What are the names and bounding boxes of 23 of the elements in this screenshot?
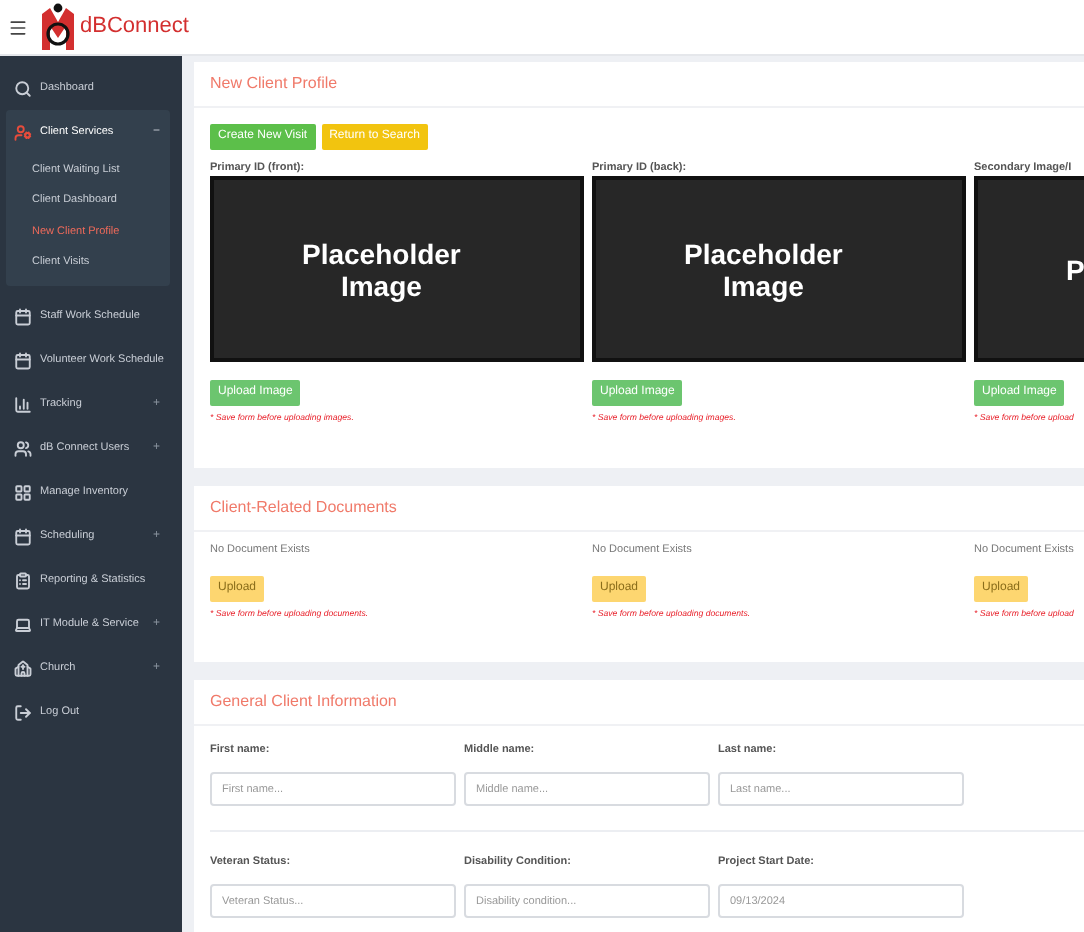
placeholder-text: Image bbox=[340, 269, 422, 301]
menu-icon[interactable] bbox=[8, 17, 28, 37]
placeholder-text: Placeholder bbox=[684, 237, 843, 269]
card-title: New Client Profile bbox=[210, 72, 338, 96]
placeholder-text: Image bbox=[722, 269, 804, 301]
calendar-icon bbox=[14, 527, 32, 545]
grid-icon bbox=[14, 483, 32, 501]
church-icon bbox=[14, 659, 32, 677]
user-icon bbox=[14, 123, 32, 141]
logout-icon bbox=[14, 703, 32, 721]
calendar-icon bbox=[14, 307, 32, 325]
card-title: General Client Information bbox=[210, 689, 397, 714]
bar-chart-icon bbox=[14, 395, 32, 413]
calendar-icon bbox=[14, 351, 32, 369]
placeholder-text: Placeholder bbox=[302, 237, 461, 269]
logo-icon bbox=[36, 1, 80, 53]
clipboard-icon bbox=[14, 571, 32, 589]
users-icon bbox=[14, 439, 32, 457]
laptop-icon bbox=[14, 615, 32, 633]
placeholder-text: P bbox=[1066, 253, 1084, 285]
search-icon bbox=[14, 79, 32, 97]
card-title: Client-Related Documents bbox=[210, 496, 397, 521]
brand-name: dBConnect bbox=[80, 12, 189, 43]
